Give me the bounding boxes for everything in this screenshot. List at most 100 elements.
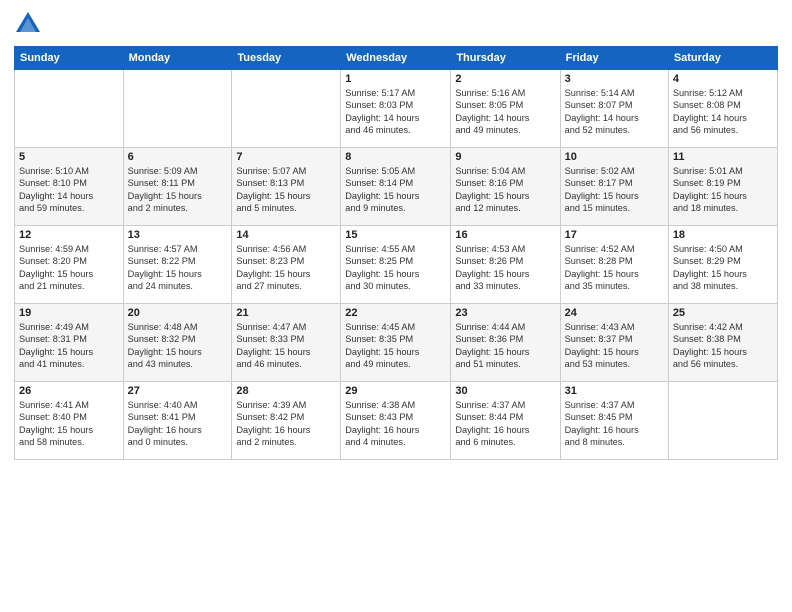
day-info: Sunrise: 5:09 AM Sunset: 8:11 PM Dayligh… [128,165,228,215]
day-info: Sunrise: 5:07 AM Sunset: 8:13 PM Dayligh… [236,165,336,215]
day-number: 20 [128,307,228,319]
day-number: 6 [128,151,228,163]
day-number: 31 [565,385,664,397]
calendar-cell [232,70,341,148]
day-info: Sunrise: 5:01 AM Sunset: 8:19 PM Dayligh… [673,165,773,215]
day-number: 15 [345,229,446,241]
day-info: Sunrise: 4:52 AM Sunset: 8:28 PM Dayligh… [565,243,664,293]
calendar-cell: 2 Sunrise: 5:16 AM Sunset: 8:05 PM Daylig… [451,70,560,148]
calendar-cell [668,382,777,460]
day-info: Sunrise: 4:37 AM Sunset: 8:44 PM Dayligh… [455,399,555,449]
calendar-cell: 6 Sunrise: 5:09 AM Sunset: 8:11 PM Daylig… [123,148,232,226]
week-row-4: 19Sunrise: 4:49 AM Sunset: 8:31 PM Dayli… [15,304,778,382]
calendar-cell: 7 Sunrise: 5:07 AM Sunset: 8:13 PM Daylig… [232,148,341,226]
logo [14,10,46,38]
week-row-3: 12 Sunrise: 4:59 AM Sunset: 8:20 PM Dayli… [15,226,778,304]
calendar-cell: 20 Sunrise: 4:48 AM Sunset: 8:32 PM Dayli… [123,304,232,382]
day-number: 30 [455,385,555,397]
day-info: Sunrise: 4:47 AM Sunset: 8:33 PM Dayligh… [236,321,336,371]
day-number: 29 [345,385,446,397]
calendar-cell: 17 Sunrise: 4:52 AM Sunset: 8:28 PM Dayli… [560,226,668,304]
calendar-body: 1 Sunrise: 5:17 AM Sunset: 8:03 PM Daylig… [15,70,778,460]
calendar-cell: 16 Sunrise: 4:53 AM Sunset: 8:26 PM Dayli… [451,226,560,304]
page: SundayMondayTuesdayWednesdayThursdayFrid… [0,0,792,612]
day-info: Sunrise: 5:16 AM Sunset: 8:05 PM Dayligh… [455,87,555,137]
calendar-cell: 25Sunrise: 4:42 AM Sunset: 8:38 PM Dayli… [668,304,777,382]
day-number: 18 [673,229,773,241]
header [14,10,778,38]
day-number: 7 [236,151,336,163]
weekday-header-row: SundayMondayTuesdayWednesdayThursdayFrid… [15,47,778,70]
day-number: 10 [565,151,664,163]
weekday-tuesday: Tuesday [232,47,341,70]
day-number: 13 [128,229,228,241]
calendar-cell: 27 Sunrise: 4:40 AM Sunset: 8:41 PM Dayli… [123,382,232,460]
day-info: Sunrise: 4:59 AM Sunset: 8:20 PM Dayligh… [19,243,119,293]
weekday-monday: Monday [123,47,232,70]
calendar-cell: 31 Sunrise: 4:37 AM Sunset: 8:45 PM Dayli… [560,382,668,460]
calendar-cell: 13 Sunrise: 4:57 AM Sunset: 8:22 PM Dayli… [123,226,232,304]
day-number: 26 [19,385,119,397]
day-number: 12 [19,229,119,241]
calendar-cell: 1 Sunrise: 5:17 AM Sunset: 8:03 PM Daylig… [341,70,451,148]
logo-icon [14,10,42,38]
calendar-cell: 23Sunrise: 4:44 AM Sunset: 8:36 PM Dayli… [451,304,560,382]
day-number: 3 [565,73,664,85]
weekday-wednesday: Wednesday [341,47,451,70]
day-info: Sunrise: 4:48 AM Sunset: 8:32 PM Dayligh… [128,321,228,371]
calendar-cell: 19Sunrise: 4:49 AM Sunset: 8:31 PM Dayli… [15,304,124,382]
day-info: Sunrise: 4:39 AM Sunset: 8:42 PM Dayligh… [236,399,336,449]
calendar-cell: 8 Sunrise: 5:05 AM Sunset: 8:14 PM Daylig… [341,148,451,226]
day-info: Sunrise: 4:43 AM Sunset: 8:37 PM Dayligh… [565,321,664,371]
day-number: 17 [565,229,664,241]
day-info: Sunrise: 5:05 AM Sunset: 8:14 PM Dayligh… [345,165,446,215]
calendar-cell: 26 Sunrise: 4:41 AM Sunset: 8:40 PM Dayli… [15,382,124,460]
day-info: Sunrise: 4:53 AM Sunset: 8:26 PM Dayligh… [455,243,555,293]
day-number: 1 [345,73,446,85]
day-info: Sunrise: 4:40 AM Sunset: 8:41 PM Dayligh… [128,399,228,449]
weekday-sunday: Sunday [15,47,124,70]
day-info: Sunrise: 5:17 AM Sunset: 8:03 PM Dayligh… [345,87,446,137]
day-info: Sunrise: 4:55 AM Sunset: 8:25 PM Dayligh… [345,243,446,293]
calendar-cell: 4 Sunrise: 5:12 AM Sunset: 8:08 PM Daylig… [668,70,777,148]
day-info: Sunrise: 5:02 AM Sunset: 8:17 PM Dayligh… [565,165,664,215]
calendar-cell: 5 Sunrise: 5:10 AM Sunset: 8:10 PM Daylig… [15,148,124,226]
calendar-cell: 30 Sunrise: 4:37 AM Sunset: 8:44 PM Dayli… [451,382,560,460]
day-info: Sunrise: 5:12 AM Sunset: 8:08 PM Dayligh… [673,87,773,137]
calendar-cell: 21 Sunrise: 4:47 AM Sunset: 8:33 PM Dayli… [232,304,341,382]
day-info: Sunrise: 4:50 AM Sunset: 8:29 PM Dayligh… [673,243,773,293]
week-row-5: 26 Sunrise: 4:41 AM Sunset: 8:40 PM Dayli… [15,382,778,460]
day-info: Sunrise: 4:38 AM Sunset: 8:43 PM Dayligh… [345,399,446,449]
day-number: 14 [236,229,336,241]
day-number: 9 [455,151,555,163]
calendar-cell: 3 Sunrise: 5:14 AM Sunset: 8:07 PM Daylig… [560,70,668,148]
calendar-cell: 28Sunrise: 4:39 AM Sunset: 8:42 PM Dayli… [232,382,341,460]
calendar-cell [123,70,232,148]
day-number: 16 [455,229,555,241]
day-number: 24 [565,307,664,319]
weekday-friday: Friday [560,47,668,70]
day-info: Sunrise: 5:10 AM Sunset: 8:10 PM Dayligh… [19,165,119,215]
day-number: 4 [673,73,773,85]
day-info: Sunrise: 4:56 AM Sunset: 8:23 PM Dayligh… [236,243,336,293]
day-number: 8 [345,151,446,163]
day-number: 5 [19,151,119,163]
day-number: 22 [345,307,446,319]
day-info: Sunrise: 5:14 AM Sunset: 8:07 PM Dayligh… [565,87,664,137]
week-row-1: 1 Sunrise: 5:17 AM Sunset: 8:03 PM Daylig… [15,70,778,148]
day-info: Sunrise: 5:04 AM Sunset: 8:16 PM Dayligh… [455,165,555,215]
weekday-thursday: Thursday [451,47,560,70]
day-number: 27 [128,385,228,397]
calendar-cell: 29 Sunrise: 4:38 AM Sunset: 8:43 PM Dayli… [341,382,451,460]
day-number: 23 [455,307,555,319]
day-number: 21 [236,307,336,319]
day-number: 11 [673,151,773,163]
day-number: 25 [673,307,773,319]
day-number: 19 [19,307,119,319]
day-number: 2 [455,73,555,85]
day-info: Sunrise: 4:45 AM Sunset: 8:35 PM Dayligh… [345,321,446,371]
day-info: Sunrise: 4:41 AM Sunset: 8:40 PM Dayligh… [19,399,119,449]
day-info: Sunrise: 4:37 AM Sunset: 8:45 PM Dayligh… [565,399,664,449]
day-info: Sunrise: 4:57 AM Sunset: 8:22 PM Dayligh… [128,243,228,293]
calendar-cell [15,70,124,148]
